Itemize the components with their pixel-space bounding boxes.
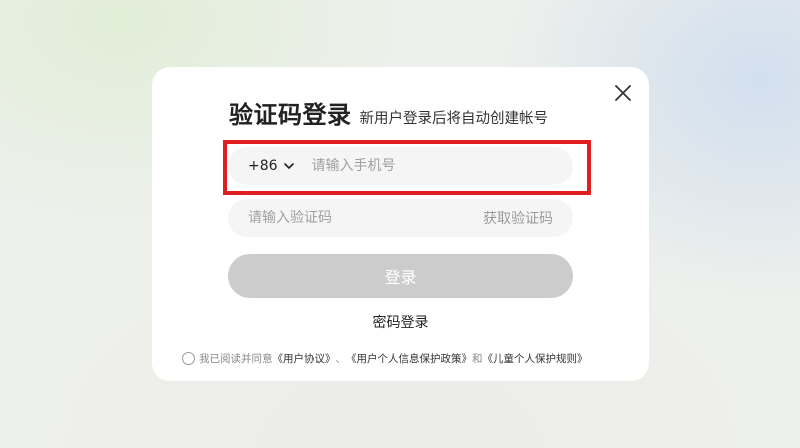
- agreement-row: 我已阅读并同意 《用户协议》 、 《用户个人信息保护政策》 和 《儿童个人保护规…: [182, 351, 588, 366]
- chevron-down-icon: [283, 162, 294, 169]
- child-policy-link[interactable]: 《儿童个人保护规则》: [483, 351, 588, 366]
- code-field: 获取验证码: [228, 199, 573, 237]
- verification-code-input[interactable]: [248, 210, 448, 226]
- get-code-button[interactable]: 获取验证码: [483, 208, 553, 228]
- privacy-policy-link[interactable]: 《用户个人信息保护政策》: [346, 351, 472, 366]
- agreement-separator: 、: [335, 353, 347, 365]
- login-button[interactable]: 登录: [228, 254, 573, 298]
- password-login-link[interactable]: 密码登录: [152, 312, 649, 332]
- login-modal: 验证码登录 新用户登录后将自动创建帐号 +86 获取验证码 登录 密码登录 我已…: [152, 67, 649, 381]
- agreement-prefix: 我已阅读并同意: [199, 353, 273, 365]
- close-icon[interactable]: [613, 83, 633, 103]
- page-title: 验证码登录: [229, 101, 352, 129]
- agreement-and: 和: [472, 353, 483, 365]
- agreement-checkbox[interactable]: [182, 352, 195, 365]
- country-code-select[interactable]: +86: [248, 158, 294, 174]
- title-row: 验证码登录 新用户登录后将自动创建帐号: [229, 95, 548, 130]
- page-subtitle: 新用户登录后将自动创建帐号: [359, 111, 549, 127]
- phone-input[interactable]: [311, 158, 542, 174]
- phone-field: +86: [228, 147, 573, 185]
- user-agreement-link[interactable]: 《用户协议》: [273, 351, 336, 366]
- country-code-label: +86: [248, 158, 278, 174]
